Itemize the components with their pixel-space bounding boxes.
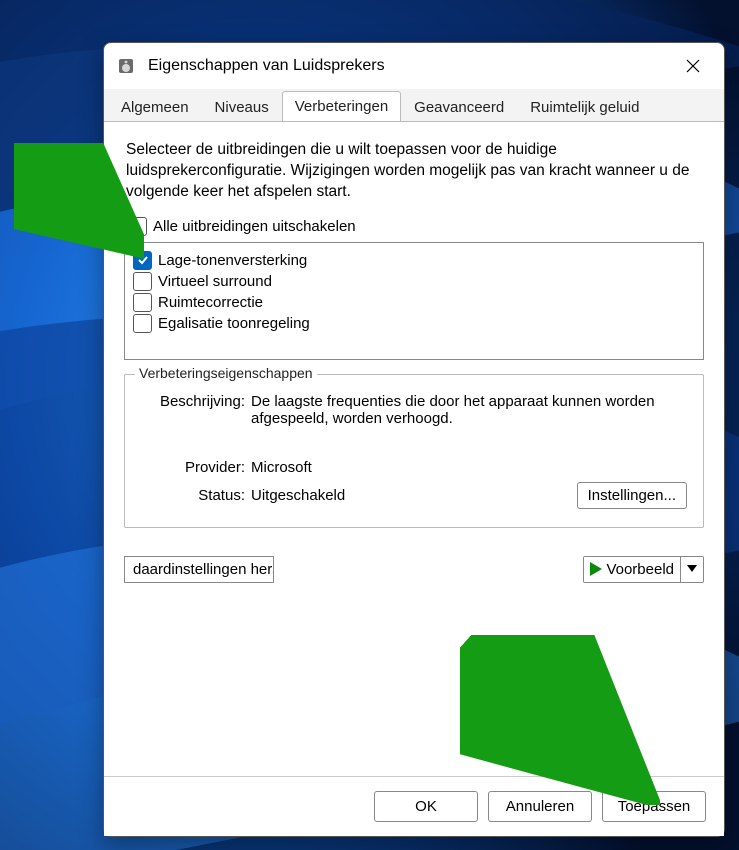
tab-enhancements[interactable]: Verbeteringen: [282, 91, 401, 122]
enhancement-checkbox[interactable]: [133, 272, 152, 291]
tab-levels[interactable]: Niveaus: [202, 92, 282, 122]
speaker-icon: [116, 56, 136, 76]
intro-text: Selecteer de uitbreidingen die u wilt to…: [126, 140, 702, 203]
apply-button[interactable]: Toepassen: [602, 791, 706, 822]
window-title: Eigenschappen van Luidsprekers: [148, 57, 670, 75]
enhancement-properties-group: Verbeteringseigenschappen Beschrijving: …: [124, 374, 704, 528]
preview-split-button[interactable]: Voorbeeld: [583, 556, 704, 583]
play-icon: [590, 562, 602, 576]
disable-all-row[interactable]: Alle uitbreidingen uitschakelen: [128, 217, 704, 236]
description-row: Beschrijving: De laagste frequenties die…: [141, 393, 687, 427]
status-row: Status: Uitgeschakeld: [141, 487, 577, 504]
enhancement-item[interactable]: Virtueel surround: [133, 272, 695, 291]
close-icon: [686, 59, 700, 73]
enhancement-label: Lage-tonenversterking: [158, 252, 307, 269]
provider-row: Provider: Microsoft: [141, 459, 687, 476]
disable-all-checkbox[interactable]: [128, 217, 147, 236]
enhancement-checkbox[interactable]: [133, 314, 152, 333]
close-button[interactable]: [670, 50, 716, 82]
status-label: Status:: [141, 487, 251, 504]
enhancement-label: Virtueel surround: [158, 273, 272, 290]
description-label: Beschrijving:: [141, 393, 251, 427]
enhancement-item[interactable]: Ruimtecorrectie: [133, 293, 695, 312]
tab-bar: Algemeen Niveaus Verbeteringen Geavancee…: [104, 89, 724, 121]
enhancement-checkbox[interactable]: [133, 251, 152, 270]
description-value: De laagste frequenties die door het appa…: [251, 393, 687, 427]
tab-spatial-sound[interactable]: Ruimtelijk geluid: [517, 92, 652, 122]
disable-all-label: Alle uitbreidingen uitschakelen: [153, 218, 356, 235]
enhancement-item[interactable]: Egalisatie toonregeling: [133, 314, 695, 333]
enhancement-label: Ruimtecorrectie: [158, 294, 263, 311]
speaker-properties-dialog: Eigenschappen van Luidsprekers Algemeen …: [103, 42, 725, 837]
ok-button[interactable]: OK: [374, 791, 478, 822]
preview-play-button[interactable]: Voorbeeld: [584, 557, 681, 582]
enhancement-label: Egalisatie toonregeling: [158, 315, 310, 332]
tab-advanced[interactable]: Geavanceerd: [401, 92, 517, 122]
titlebar: Eigenschappen van Luidsprekers: [104, 43, 724, 89]
provider-label: Provider:: [141, 459, 251, 476]
enhancements-tab-page: Selecteer de uitbreidingen die u wilt to…: [104, 121, 724, 776]
tab-general[interactable]: Algemeen: [108, 92, 202, 122]
restore-defaults-button[interactable]: daardinstellingen herst: [124, 556, 274, 583]
preview-dropdown-button[interactable]: [681, 557, 703, 582]
cancel-button[interactable]: Annuleren: [488, 791, 592, 822]
preview-label: Voorbeeld: [606, 561, 674, 578]
dropdown-icon: [687, 565, 697, 573]
status-value: Uitgeschakeld: [251, 487, 577, 504]
provider-value: Microsoft: [251, 459, 687, 476]
enhancement-checkbox[interactable]: [133, 293, 152, 312]
enhancements-list: Lage-tonenversterking Virtueel surround …: [124, 242, 704, 360]
settings-button[interactable]: Instellingen...: [577, 482, 687, 509]
enhancement-item[interactable]: Lage-tonenversterking: [133, 251, 695, 270]
dialog-footer: OK Annuleren Toepassen: [104, 776, 724, 836]
enhancement-properties-legend: Verbeteringseigenschappen: [135, 365, 317, 381]
